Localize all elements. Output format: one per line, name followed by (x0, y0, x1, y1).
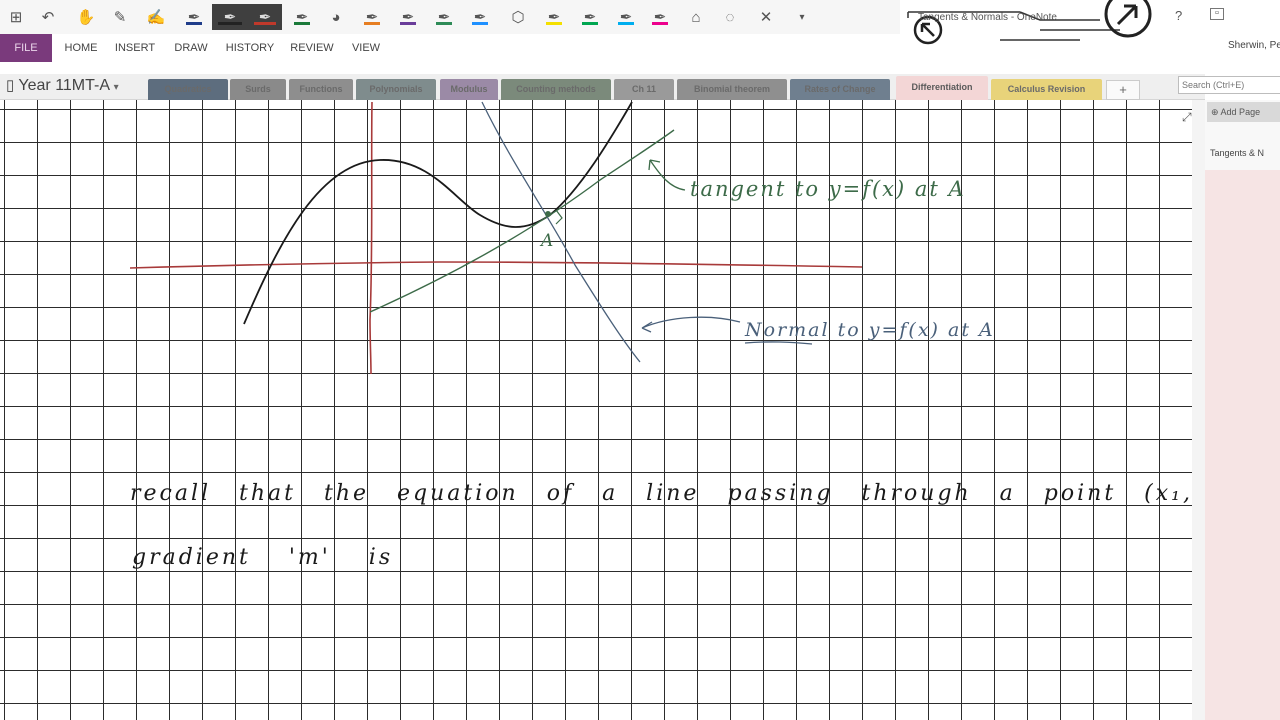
pen-purple-icon[interactable]: ✒ (394, 4, 422, 30)
pen-darkgreen-icon[interactable]: ✒ (430, 4, 458, 30)
recall-text-line2: gradient 'm' is (132, 545, 393, 570)
pen-red-icon[interactable]: ✒ (248, 4, 282, 30)
section-tab-quadratics[interactable]: Quadratics (148, 79, 228, 100)
selected-page-highlight (1205, 170, 1280, 720)
x-axis-ink (129, 261, 863, 269)
notebook-selector[interactable]: ▯ Year 11MT-A ▾ (6, 76, 119, 95)
section-tab-counting-methods[interactable]: Counting methods (501, 79, 611, 100)
page-item[interactable]: Tangents & N (1210, 148, 1264, 158)
ink-layer: A tangent to y=f(x) at A Normal to y=f(x… (129, 101, 1192, 570)
y-axis-ink (369, 101, 373, 375)
pen-orange-icon[interactable]: ✒ (358, 4, 386, 30)
normal-underline-ink (744, 341, 813, 345)
lasso-icon[interactable]: ◌ (716, 4, 744, 30)
onenote-icon[interactable]: ⊞ (2, 4, 30, 30)
add-page-icon: ⊕ (1211, 107, 1221, 117)
highlighter-yellow-icon[interactable]: ✒ (540, 4, 568, 30)
pen-black-icon[interactable]: ✒ (212, 4, 248, 30)
tab-review[interactable]: REVIEW (288, 34, 336, 62)
tab-view[interactable]: VIEW (348, 34, 384, 62)
search-input[interactable] (1178, 76, 1280, 94)
eraser-tool-icon[interactable]: ⌂ (682, 4, 710, 30)
section-tab-rates-of-change[interactable]: Rates of Change (790, 79, 890, 100)
type-icon[interactable]: ✍ (142, 4, 170, 30)
section-tab-functions[interactable]: Functions (289, 79, 353, 100)
more-icon[interactable]: ▾ (788, 4, 816, 30)
pen-lightblue-icon[interactable]: ✒ (466, 4, 494, 30)
section-tab-calculus-revision[interactable]: Calculus Revision (991, 79, 1102, 100)
tab-file[interactable]: FILE (0, 34, 52, 62)
section-tab-polynomials[interactable]: Polynomials (356, 79, 436, 100)
add-section-button[interactable]: + (1106, 80, 1140, 100)
highlighter-green-icon[interactable]: ✒ (576, 4, 604, 30)
chevron-down-icon: ▾ (113, 82, 119, 93)
tangent-annotation: tangent to y=f(x) at A (690, 177, 966, 201)
point-a-marker (545, 211, 551, 217)
color-wheel-icon[interactable]: ◕ (322, 4, 350, 30)
lasso-select-icon[interactable]: ✋ (72, 4, 100, 30)
add-page-button[interactable]: ⊕ Add Page (1207, 102, 1280, 122)
tab-home[interactable]: HOME (60, 34, 102, 62)
section-tab-modulus[interactable]: Modulus (440, 79, 498, 100)
section-tab-differentiation[interactable]: Differentiation (896, 76, 988, 101)
tab-insert[interactable]: INSERT (112, 34, 158, 62)
tangent-line-ink (369, 129, 675, 313)
expand-icon[interactable]: ⤢ (1182, 110, 1192, 125)
tab-draw[interactable]: DRAW (170, 34, 212, 62)
shapes-icon[interactable]: ⬡ (504, 4, 532, 30)
normal-annotation: Normal to y=f(x) at A (744, 319, 995, 341)
tangent-arrow-ink (648, 159, 686, 191)
highlighter-cyan-icon[interactable]: ✒ (612, 4, 640, 30)
window-title: Tangents & Normals - OneNote (918, 12, 1057, 23)
pen-toolbar: ⊞ ↶ ✋ ✎ ✍ ✒ ✒ ✒ ✒ ◕ ✒ ✒ ✒ ✒ ⬡ ✒ ✒ ✒ ✒ ⌂ … (0, 0, 900, 34)
recall-text-line1: recall that the equation of a line passi… (130, 481, 1192, 506)
restore-icon[interactable]: ▫ (1210, 8, 1224, 20)
section-tab-binomial-theorem[interactable]: Binomial theorem (677, 79, 787, 100)
section-tab-bar: ▯ Year 11MT-A ▾ Quadratics Surds Functions… (0, 74, 1205, 101)
help-icon[interactable]: ? (1175, 8, 1182, 23)
notebook-icon: ▯ (6, 77, 15, 94)
eraser-icon[interactable]: ✎ (106, 4, 134, 30)
ribbon-tabs: FILE HOME INSERT DRAW HISTORY REVIEW VIE… (0, 34, 900, 62)
tab-history[interactable]: HISTORY (224, 34, 276, 62)
user-name[interactable]: Sherwin, Pe (1228, 40, 1280, 51)
normal-line-ink (481, 101, 641, 363)
close-icon[interactable]: ✕ (752, 4, 780, 30)
point-a-label: A (539, 231, 553, 251)
section-tab-ch-11[interactable]: Ch 11 (614, 79, 674, 100)
pen-blue-icon[interactable]: ✒ (180, 4, 208, 30)
undo-icon[interactable]: ↶ (34, 4, 62, 30)
normal-arrow-ink (641, 316, 741, 333)
vertical-scrollbar[interactable] (1192, 100, 1205, 720)
title-area: Tangents & Normals - OneNote ? ▫ Sherwin… (900, 0, 1280, 74)
pen-green-icon[interactable]: ✒ (288, 4, 316, 30)
page-canvas[interactable]: A tangent to y=f(x) at A Normal to y=f(x… (0, 100, 1192, 720)
notebook-name: Year 11MT-A (18, 77, 110, 94)
right-angle-mark (555, 209, 563, 225)
section-tab-surds[interactable]: Surds (230, 79, 286, 100)
curve-ink (243, 101, 633, 325)
highlighter-magenta-icon[interactable]: ✒ (646, 4, 674, 30)
add-page-label: Add Page (1220, 107, 1261, 117)
